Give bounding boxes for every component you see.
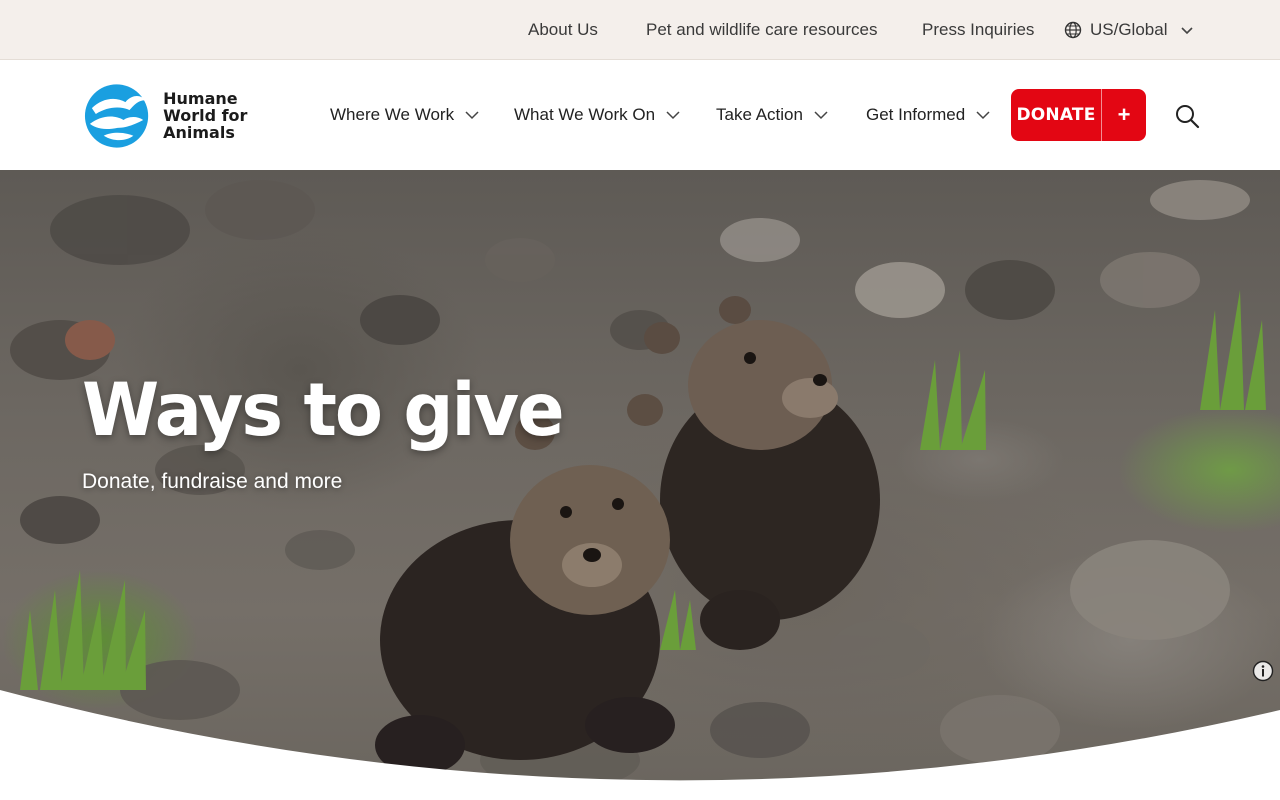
brand-line-1: Humane bbox=[163, 88, 238, 108]
nav-get-informed[interactable]: Get Informed bbox=[866, 104, 991, 126]
care-resources-link[interactable]: Pet and wildlife care resources bbox=[646, 20, 878, 40]
nav-take-action[interactable]: Take Action bbox=[716, 104, 829, 126]
search-icon[interactable] bbox=[1174, 103, 1200, 129]
chevron-down-icon bbox=[976, 111, 990, 120]
locale-label: US/Global bbox=[1090, 20, 1168, 39]
press-inquiries-link[interactable]: Press Inquiries bbox=[922, 20, 1034, 40]
nav-label: What We Work On bbox=[514, 105, 656, 124]
nav-label: Take Action bbox=[716, 105, 803, 124]
brand-wordmark: Humane World for Animals bbox=[163, 90, 252, 141]
hero-banner: Ways to give Donate, fundraise and more bbox=[0, 170, 1280, 800]
plus-icon: + bbox=[1117, 102, 1131, 127]
chevron-down-icon bbox=[465, 111, 479, 120]
nav-label: Where We Work bbox=[330, 105, 455, 124]
locale-selector[interactable]: US/Global bbox=[1064, 20, 1195, 40]
hero-curve-divider bbox=[0, 690, 1280, 800]
brand-line-2: World for bbox=[163, 105, 248, 125]
chevron-down-icon bbox=[1181, 27, 1194, 35]
chevron-down-icon bbox=[814, 111, 828, 120]
utility-bar: About Us Pet and wildlife care resources… bbox=[0, 0, 1280, 60]
info-icon[interactable] bbox=[1252, 660, 1274, 682]
humane-world-logo-icon bbox=[84, 84, 149, 148]
hero-subtitle: Donate, fundraise and more bbox=[82, 470, 343, 493]
globe-icon bbox=[1064, 21, 1082, 39]
chevron-down-icon bbox=[666, 111, 680, 120]
site-logo[interactable]: Humane World for Animals bbox=[82, 80, 252, 150]
nav-where-we-work[interactable]: Where We Work bbox=[330, 104, 480, 126]
about-us-link[interactable]: About Us bbox=[528, 20, 598, 40]
donate-label: DONATE bbox=[1016, 105, 1096, 125]
main-header: Humane World for Animals Where We Work W… bbox=[0, 60, 1280, 170]
brand-line-3: Animals bbox=[163, 122, 235, 142]
hero-title: Ways to give bbox=[82, 366, 565, 454]
nav-what-we-work-on[interactable]: What We Work On bbox=[514, 104, 681, 126]
donate-button[interactable]: DONATE + bbox=[1011, 89, 1146, 141]
nav-label: Get Informed bbox=[866, 105, 966, 124]
